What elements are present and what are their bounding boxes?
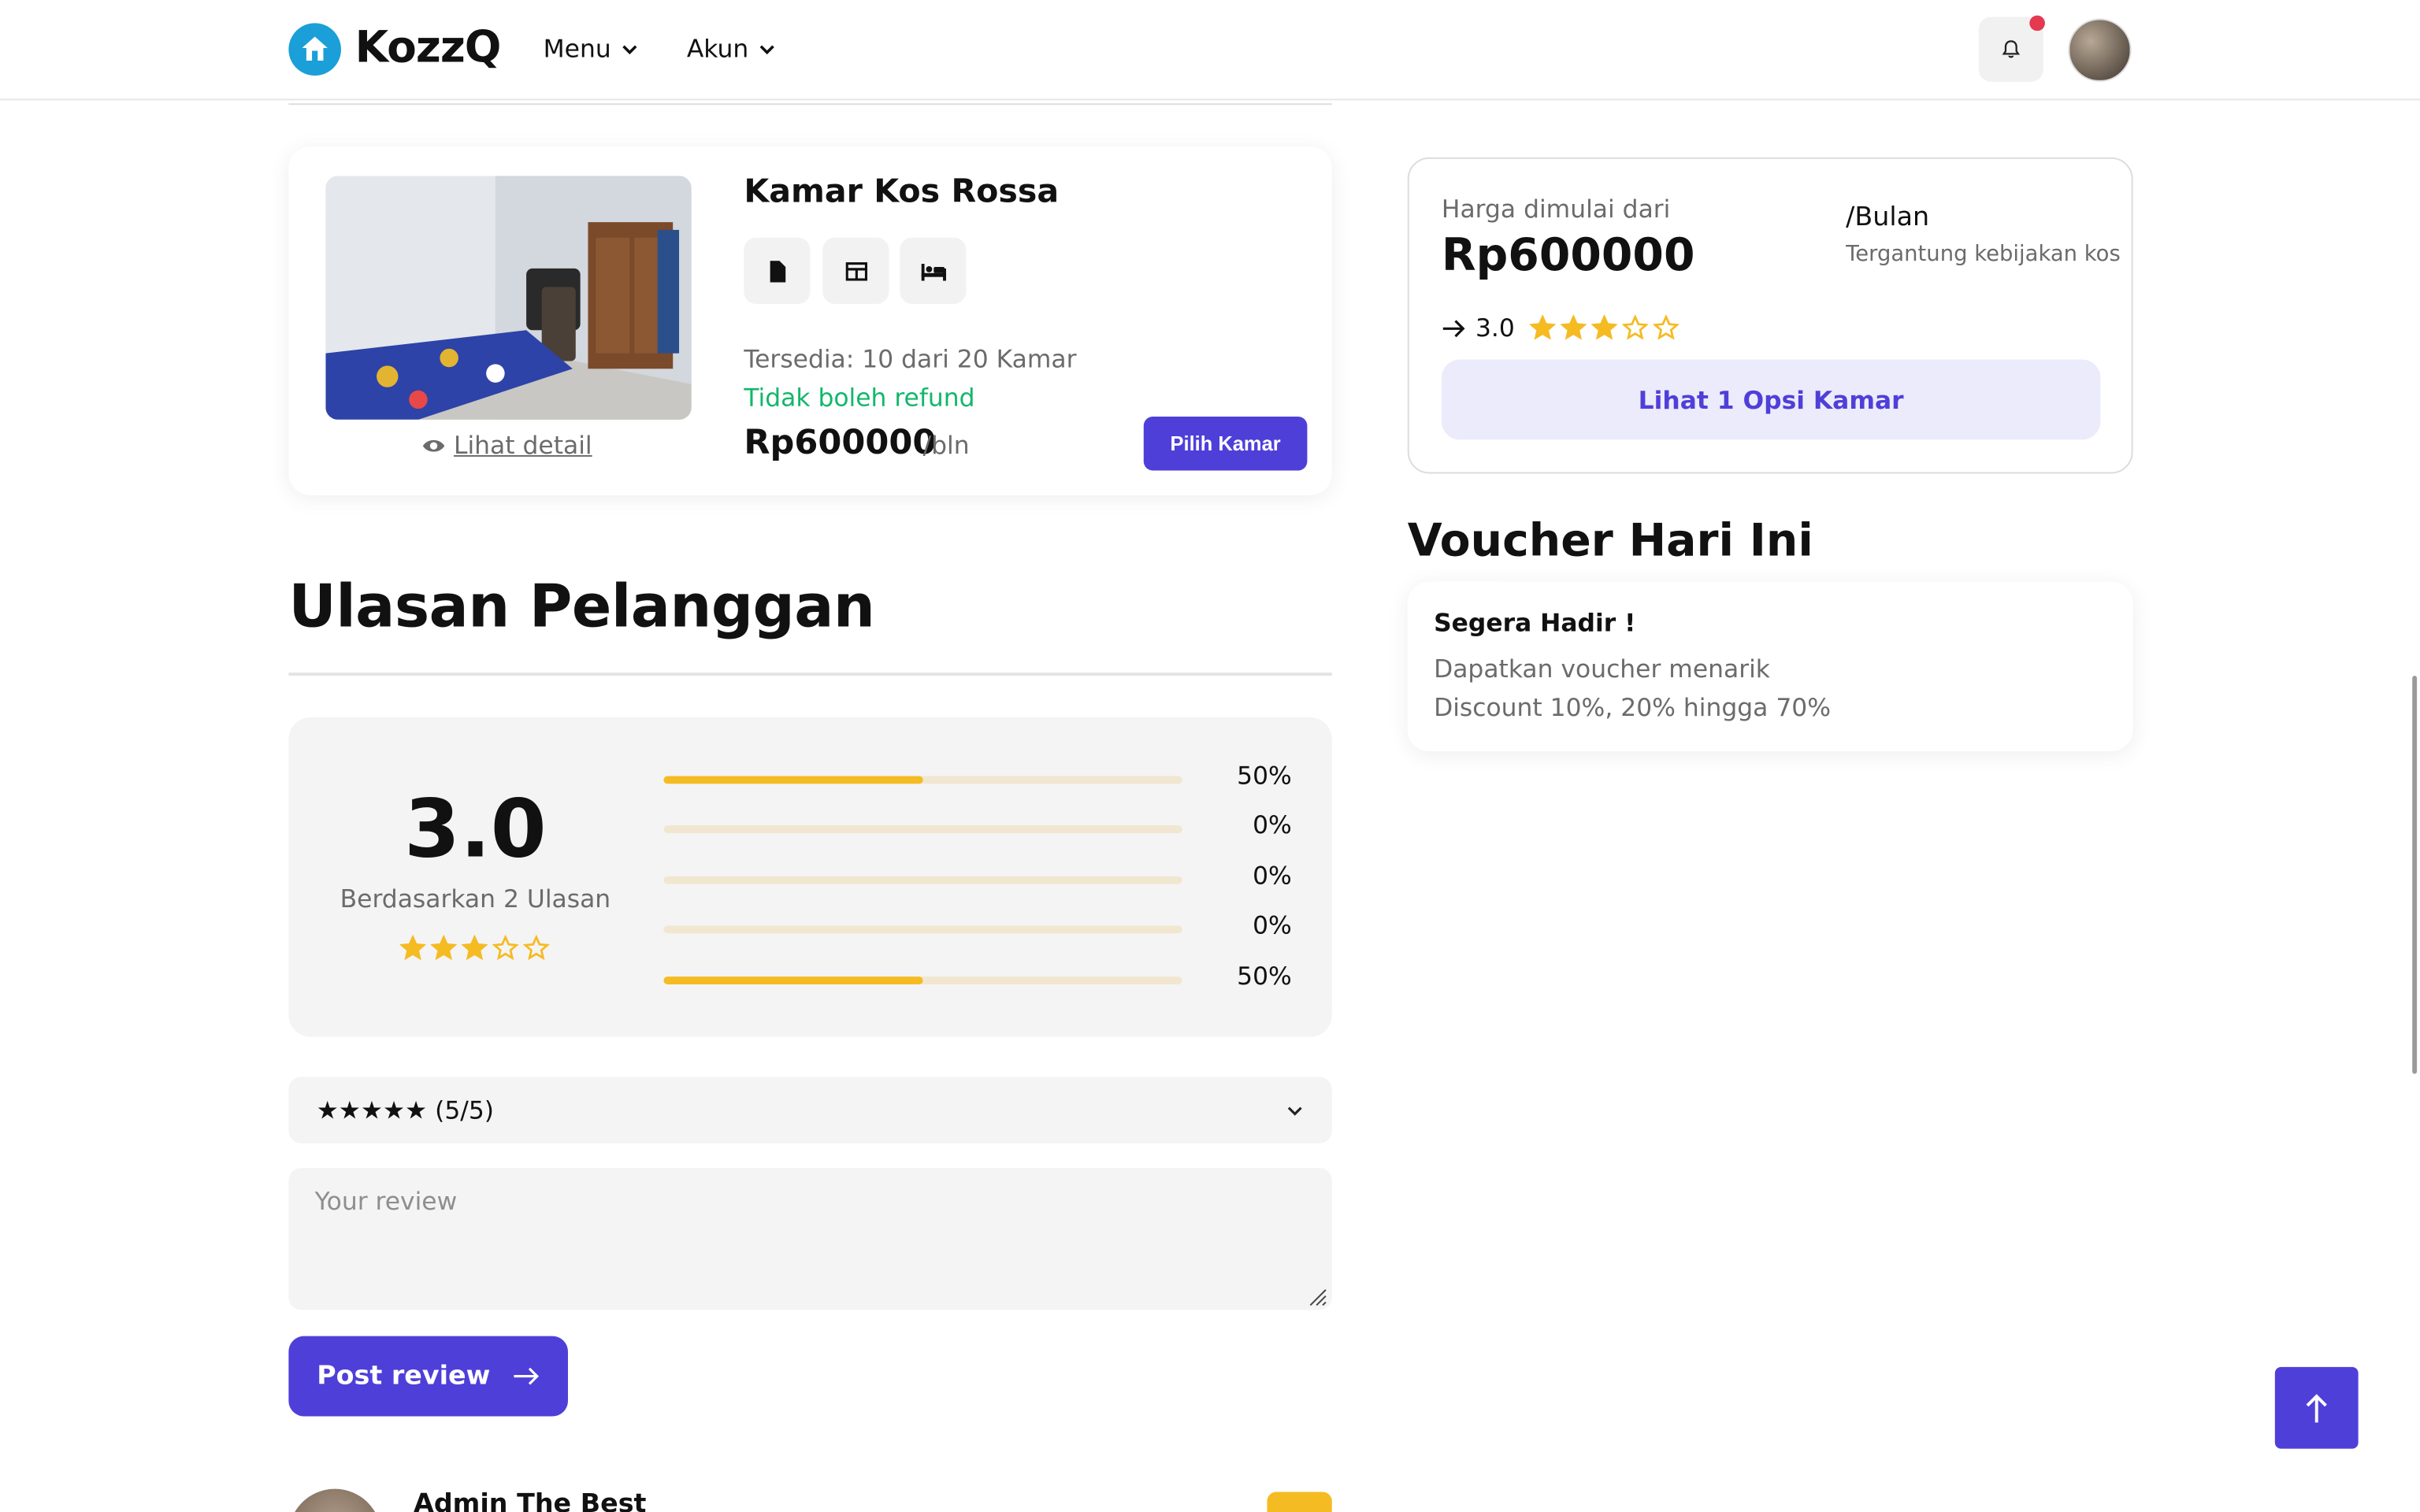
voucher-title: Segera Hadir ! bbox=[1434, 607, 1636, 638]
bell-icon bbox=[2002, 40, 2021, 58]
star-filled-icon bbox=[399, 935, 426, 961]
resize-grip-icon[interactable] bbox=[1305, 1285, 1327, 1306]
rating-bar-percent: 50% bbox=[1237, 760, 1292, 791]
chevron-down-icon bbox=[759, 44, 774, 54]
star-filled-icon bbox=[1591, 314, 1619, 340]
rating-bar-fill bbox=[663, 976, 923, 984]
price-rating-value: 3.0 bbox=[1475, 313, 1515, 343]
page-scrollbar[interactable] bbox=[2412, 676, 2418, 1074]
reviewer-name: Admin The Best bbox=[414, 1488, 647, 1512]
document-icon bbox=[769, 260, 785, 282]
arrow-right-icon bbox=[513, 1367, 539, 1385]
price-period: /Bulan bbox=[1846, 202, 1930, 233]
rating-bar-3 bbox=[663, 876, 1182, 884]
price-rating-stars bbox=[1530, 314, 1680, 341]
rating-bar-4 bbox=[663, 925, 1182, 934]
view-room-options-button[interactable]: Lihat 1 Opsi Kamar bbox=[1441, 359, 2101, 440]
refund-policy: Tidak boleh refund bbox=[744, 382, 975, 413]
reviewer-rating-badge bbox=[1267, 1492, 1332, 1512]
brand-name[interactable]: KozzQ bbox=[355, 21, 502, 72]
menu-dropdown[interactable]: Menu bbox=[544, 34, 639, 63]
voucher-heading: Voucher Hari Ini bbox=[1407, 513, 1813, 567]
amenity-document[interactable] bbox=[744, 237, 811, 304]
room-title: Kamar Kos Rossa bbox=[744, 172, 1060, 210]
divider bbox=[288, 673, 1332, 676]
voucher-card[interactable]: Segera Hadir ! Dapatkan voucher menarik … bbox=[1407, 581, 2133, 752]
star-filled-icon bbox=[1561, 314, 1587, 340]
view-detail-label: Lihat detail bbox=[454, 430, 592, 460]
star-empty-icon bbox=[1622, 314, 1650, 340]
home-logo-icon[interactable] bbox=[288, 23, 341, 76]
score-stars bbox=[399, 935, 550, 961]
view-detail-link[interactable]: Lihat detail bbox=[421, 431, 592, 460]
price-note: Tergantung kebijakan kos bbox=[1846, 242, 2121, 267]
rating-bar-percent: 0% bbox=[1253, 861, 1292, 891]
room-price: Rp600000 bbox=[744, 424, 937, 463]
average-score: 3.0 bbox=[404, 784, 547, 876]
menu-label: Menu bbox=[543, 34, 611, 64]
review-count: Berdasarkan 2 Ulasan bbox=[340, 884, 611, 914]
voucher-line-2: Discount 10%, 20% hingga 70% bbox=[1434, 692, 1831, 722]
rating-select-value: ★★★★★ (5/5) bbox=[316, 1095, 495, 1125]
pick-room-button[interactable]: Pilih Kamar bbox=[1143, 416, 1308, 471]
rating-select[interactable]: ★★★★★ (5/5) bbox=[288, 1077, 1332, 1143]
table-icon bbox=[844, 261, 867, 280]
price-label: Harga dimulai dari bbox=[1441, 194, 1671, 224]
rating-bar-1 bbox=[663, 776, 1182, 784]
scroll-to-top-button[interactable] bbox=[2274, 1366, 2359, 1449]
review-textarea[interactable] bbox=[288, 1168, 1332, 1310]
top-navbar: KozzQ Menu Akun bbox=[0, 0, 2420, 101]
rating-bar-percent: 0% bbox=[1253, 910, 1292, 940]
star-filled-icon bbox=[461, 935, 488, 961]
arrow-right-icon bbox=[1442, 319, 1465, 337]
price-value: Rp600000 bbox=[1441, 228, 1695, 281]
rating-summary: 3.0 Berdasarkan 2 Ulasan 50% 0% 0% 0% 50% bbox=[288, 717, 1332, 1037]
bed-icon bbox=[920, 263, 946, 280]
star-filled-icon bbox=[1530, 314, 1557, 340]
room-photo[interactable] bbox=[325, 176, 692, 420]
divider bbox=[288, 103, 1332, 106]
rating-bar-5 bbox=[663, 976, 1182, 984]
reviewer-avatar bbox=[288, 1488, 381, 1512]
arrow-up-icon bbox=[2306, 1393, 2327, 1422]
star-filled-icon bbox=[430, 935, 457, 961]
rating-bar-2 bbox=[663, 825, 1182, 833]
notification-dot bbox=[2029, 15, 2045, 32]
post-review-label: Post review bbox=[317, 1361, 491, 1392]
price-rating: 3.0 bbox=[1442, 313, 1680, 343]
room-price-unit: /bln bbox=[922, 430, 970, 460]
rating-bar-fill bbox=[663, 776, 923, 784]
chevron-down-icon bbox=[622, 44, 637, 54]
price-card: Harga dimulai dari Rp600000 /Bulan Terga… bbox=[1407, 157, 2133, 474]
reviews-heading: Ulasan Pelanggan bbox=[288, 572, 875, 641]
account-dropdown[interactable]: Akun bbox=[687, 34, 777, 63]
rating-bar-percent: 0% bbox=[1253, 810, 1292, 839]
star-empty-icon bbox=[523, 935, 550, 961]
star-empty-icon bbox=[492, 935, 519, 961]
rating-bar-percent: 50% bbox=[1237, 961, 1292, 991]
user-avatar[interactable] bbox=[2068, 18, 2132, 82]
eye-icon bbox=[422, 439, 445, 451]
amenity-table[interactable] bbox=[822, 237, 889, 304]
voucher-line-1: Dapatkan voucher menarik bbox=[1434, 654, 1770, 684]
chevron-down-icon bbox=[1287, 1106, 1302, 1115]
room-card: Lihat detail Kamar Kos Rossa Tersedia: 1… bbox=[288, 146, 1332, 495]
amenity-bed[interactable] bbox=[900, 237, 967, 304]
star-empty-icon bbox=[1654, 314, 1680, 340]
account-label: Akun bbox=[686, 34, 749, 64]
room-availability: Tersedia: 10 dari 20 Kamar bbox=[744, 343, 1077, 374]
post-review-button[interactable]: Post review bbox=[288, 1336, 568, 1417]
